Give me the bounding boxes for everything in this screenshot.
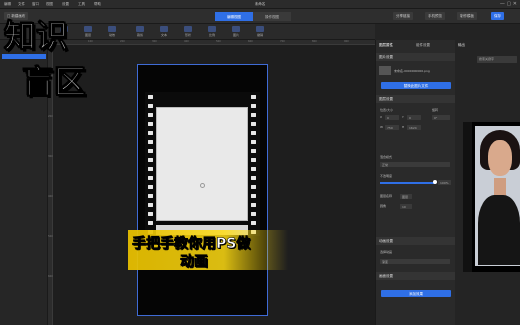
film-perforation [251,113,256,117]
film-perforation [148,95,153,99]
y-input[interactable]: 0 [407,115,421,120]
film-perforation [251,185,256,189]
h-label: H [402,125,405,129]
height-input[interactable]: 1624 [407,125,421,130]
section-animation[interactable]: 动画设置 [376,237,456,245]
share-link-button[interactable]: 分享链接 [393,12,413,20]
radius-label: 圆角 [380,204,387,208]
film-perforation [251,158,256,162]
film-perforation [251,122,256,126]
film-perforation [251,140,256,144]
opacity-input[interactable]: 100% [438,180,451,185]
tool-button[interactable]: 比例 [200,25,224,39]
film-perforation [251,149,256,153]
text-icon [160,26,168,32]
film-perforation [251,212,256,216]
rotate-input[interactable]: 0° [432,115,450,120]
tool-button[interactable]: 图片 [224,25,248,39]
film-perforation [148,131,153,135]
film-perforation [148,185,153,189]
animation-select[interactable]: 渐变 [380,259,450,264]
film-perforation [148,194,153,198]
rotate-label: 旋转 [432,108,439,112]
caption-line2: 动画 [180,254,209,271]
preview-face [488,140,512,176]
make-template-button[interactable]: 制作模板 [457,12,477,20]
caption-banner: 手把手教你用PS做 动画 [128,230,288,270]
film-perforation [148,140,153,144]
film-perforation [251,194,256,198]
section-image[interactable]: 图片设置 [376,53,456,61]
tab-edit-view[interactable]: 编辑视图 [215,12,253,21]
tab-component-settings[interactable]: 组件设置 [416,43,430,48]
film-perforation [148,176,153,180]
image-filename: 未命名-0000000000.png [394,69,430,73]
opacity-slider[interactable] [380,182,435,184]
x-label: X [380,115,383,119]
watermark-line2: 盲区 [21,63,87,101]
anchor-point-icon[interactable] [200,183,205,188]
film-perforation [148,221,153,225]
preview-neck [494,178,506,196]
radius-input[interactable]: 10 [400,204,412,209]
film-perforation [148,203,153,207]
opacity-slider-handle[interactable] [433,180,437,184]
width-input[interactable]: 750 [385,125,399,130]
y-label: Y [402,115,404,119]
properties-panel: 图层属性 组件设置 图片设置 未命名-0000000000.png 替换此图片文… [375,40,456,325]
tool-button[interactable]: 形状 [176,25,200,39]
animation-label: 选择动画 [380,250,393,254]
caption-line1: 手把手教你用PS做 [132,236,251,253]
menu-bar: 编辑 文件 窗口 视图 设置 工具 帮助 未命名 — ▢ ✕ [0,0,520,9]
layer-name-label: 图层名称 [380,194,393,198]
shape-icon [184,26,192,32]
blend-label: 混合模式 [380,155,393,159]
film-perforation [251,176,256,180]
size-label: 位置/大小 [380,108,394,112]
film-perforation [251,167,256,171]
w-label: W [380,125,383,129]
window-controls[interactable]: — ▢ ✕ [500,1,517,7]
tab-action-view[interactable]: 操作视图 [253,12,291,21]
tab-layer-props[interactable]: 图层属性 [379,43,393,48]
tool-button[interactable]: 撤销 [248,25,272,39]
save-button[interactable]: 保存 [491,12,504,20]
preview-body [478,195,520,265]
watermark-logo: 知识 盲区 [0,12,110,117]
film-perforation [148,212,153,216]
section-layout[interactable]: 图层设置 [376,95,456,103]
output-search-input[interactable]: 搜索关键字 [477,56,517,63]
crop-icon [136,26,144,32]
film-perforation [251,95,256,99]
image-thumbnail [379,66,391,75]
watermark-line1: 知识 [3,17,69,55]
film-perforation [251,221,256,225]
film-perforation [148,122,153,126]
x-input[interactable]: 0 [385,115,399,120]
undo-icon [256,26,264,32]
mobile-preview-button[interactable]: 手机预览 [425,12,445,20]
film-perforation [148,149,153,153]
add-effect-button[interactable]: 添加效果 [381,290,451,297]
output-title: 输出 [458,43,465,47]
window-title: 未命名 [254,2,266,6]
film-perforation [148,167,153,171]
preview-film-edge [463,122,472,272]
film-perforation [251,104,256,108]
film-perforation [148,113,153,117]
film-perforation [251,131,256,135]
blend-select[interactable]: 正常 [380,162,450,167]
ratio-icon [208,26,216,32]
film-perforation [251,203,256,207]
tool-button[interactable]: 文本 [152,25,176,39]
tool-button[interactable]: 裁剪 [128,25,152,39]
replace-image-button[interactable]: 替换此图片文件 [381,82,451,89]
layer-name-input[interactable]: 图层 [400,194,412,199]
film-perforation [148,104,153,108]
opacity-label: 不透明度 [380,174,393,178]
image-icon [232,26,240,32]
section-effect[interactable]: 画面设置 [376,272,456,280]
film-perforation [148,158,153,162]
film-frame [156,107,248,221]
